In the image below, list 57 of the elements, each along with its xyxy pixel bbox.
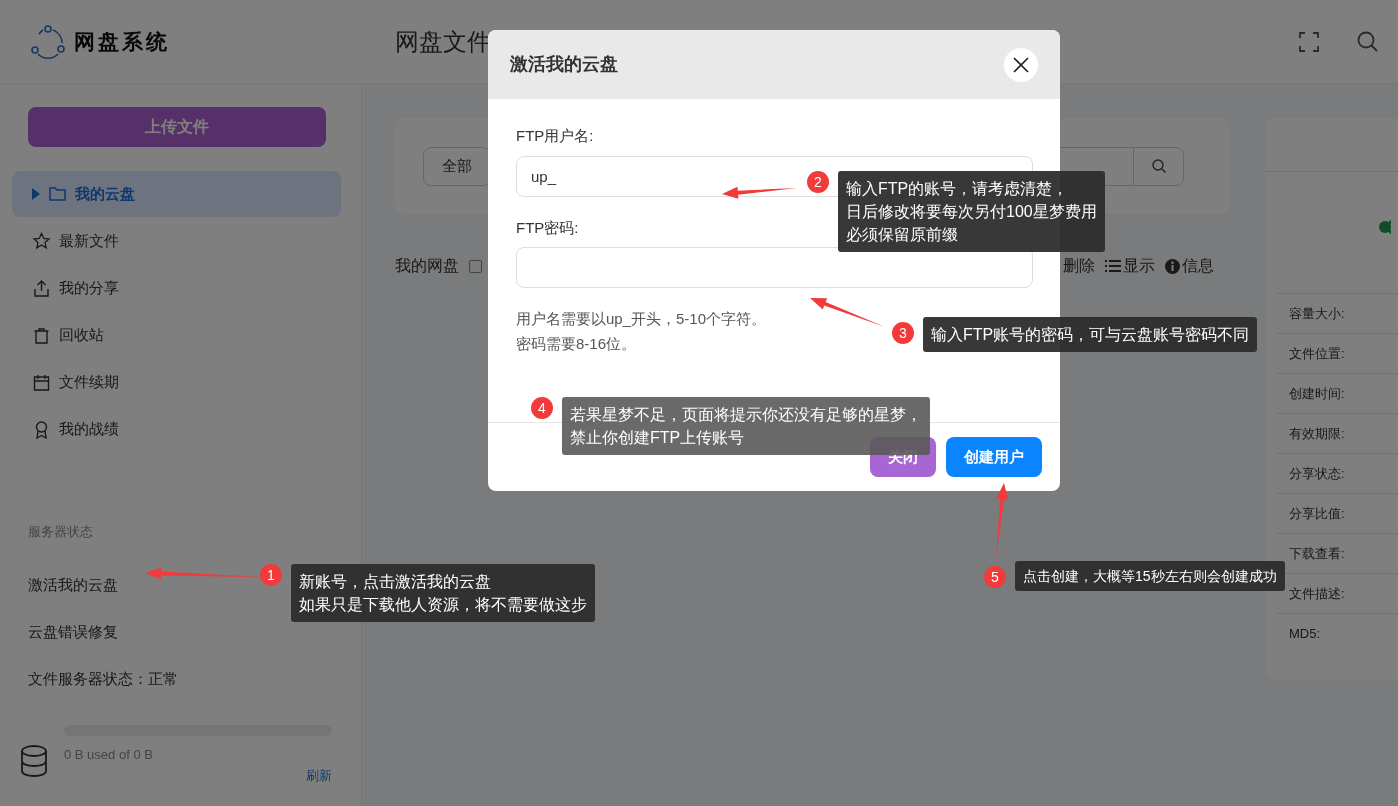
callout-tooltip: 输入FTP账号的密码，可与云盘账号密码不同 bbox=[923, 317, 1258, 352]
callout-tooltip: 点击创建，大概等15秒左右则会创建成功 bbox=[1015, 561, 1285, 591]
star-icon bbox=[32, 231, 51, 251]
field-label: FTP用户名: bbox=[516, 126, 594, 146]
toolbar-action[interactable]: 显示 bbox=[1105, 254, 1155, 278]
nav-label: 最新文件 bbox=[59, 230, 119, 251]
fullscreen-icon[interactable] bbox=[1299, 31, 1319, 52]
detail-label: MD5: bbox=[1277, 613, 1398, 653]
nav-label: 我的云盘 bbox=[75, 183, 135, 204]
detail-label: 容量大小: bbox=[1277, 293, 1398, 333]
toolbar-action[interactable]: 删除 bbox=[1063, 254, 1095, 278]
caret-icon bbox=[32, 188, 40, 200]
detail-label: 分享比值: bbox=[1277, 493, 1398, 533]
nav-item[interactable]: 我的分享 bbox=[12, 265, 341, 311]
logo-icon bbox=[30, 24, 66, 59]
info-icon bbox=[1165, 258, 1180, 274]
search-button[interactable] bbox=[1133, 146, 1184, 186]
detail-label: 创建时间: bbox=[1277, 373, 1398, 413]
nav-label: 文件续期 bbox=[59, 371, 119, 392]
nav-item[interactable]: 我的战绩 bbox=[12, 406, 341, 452]
sidebar-link[interactable]: 文件服务器状态：正常 bbox=[12, 655, 341, 703]
nav-label: 我的分享 bbox=[59, 277, 119, 298]
search-icon[interactable] bbox=[1357, 31, 1378, 52]
upload-button[interactable]: 上传文件 bbox=[28, 107, 326, 147]
close-icon bbox=[1013, 56, 1029, 73]
search-icon bbox=[1151, 159, 1166, 173]
hint-text: 用户名需要以up_开头，5-10个字符。 bbox=[516, 309, 767, 329]
nav-label: 回收站 bbox=[59, 324, 104, 345]
breadcrumb-text: 我的网盘 bbox=[395, 256, 459, 276]
storage-text: 0 B used of 0 B bbox=[64, 745, 154, 764]
list-icon bbox=[1105, 260, 1121, 272]
detail-label: 分享状态: bbox=[1277, 453, 1398, 493]
detail-label: 文件位置: bbox=[1277, 333, 1398, 373]
callout-tooltip: 输入FTP的账号，请考虑清楚， 日后修改将要每次另付100星梦费用 必须保留原前缀 bbox=[838, 171, 1105, 252]
hint-text: 密码需要8-16位。 bbox=[516, 334, 637, 354]
logo-text: 网盘系统 bbox=[74, 27, 170, 56]
close-button[interactable] bbox=[1004, 47, 1038, 82]
detail-label: 有效期限: bbox=[1277, 413, 1398, 453]
callout-tooltip: 新账号，点击激活我的云盘 如果只是下载他人资源，将不需要做这步 bbox=[291, 564, 595, 622]
trash-icon bbox=[32, 325, 51, 345]
upload-icon bbox=[32, 278, 51, 298]
nav-item[interactable]: 文件续期 bbox=[12, 359, 341, 405]
toolbar-action[interactable]: 信息 bbox=[1165, 254, 1214, 278]
nav-item[interactable]: 最新文件 bbox=[12, 218, 341, 264]
select-all-checkbox[interactable] bbox=[469, 259, 482, 273]
create-button[interactable]: 创建用户 bbox=[946, 437, 1042, 477]
field-label: FTP密码: bbox=[516, 217, 579, 238]
refresh-link[interactable]: 刷新 bbox=[306, 766, 332, 786]
folder-icon bbox=[48, 184, 67, 204]
page-title: 网盘文件 bbox=[394, 26, 491, 57]
nav-item[interactable]: 回收站 bbox=[12, 312, 341, 358]
callout-tooltip: 若果星梦不足，页面将提示你还没有足够的星梦， 禁止你创建FTP上传账号 bbox=[562, 397, 930, 455]
calendar-icon bbox=[32, 372, 51, 392]
nav-item[interactable]: 我的云盘 bbox=[12, 171, 341, 217]
database-icon bbox=[20, 744, 48, 777]
modal-title: 激活我的云盘 bbox=[510, 53, 618, 76]
nav-label: 我的战绩 bbox=[59, 418, 119, 439]
